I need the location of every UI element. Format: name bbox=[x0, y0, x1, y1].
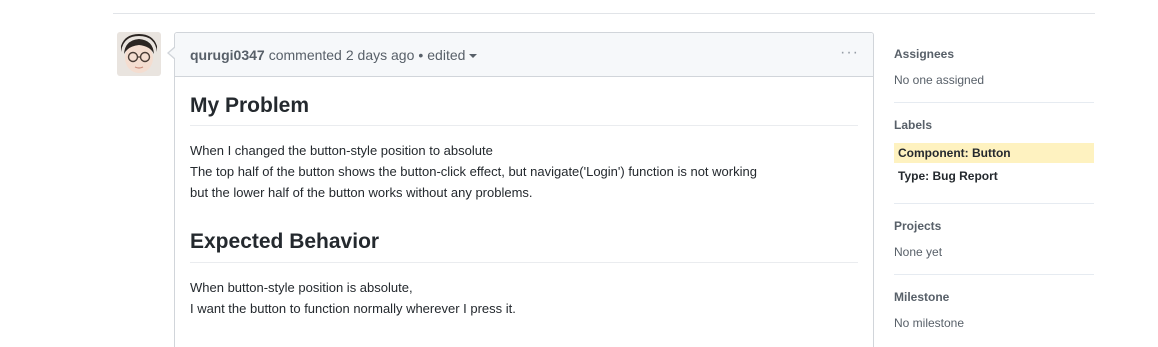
assignees-value: No one assigned bbox=[894, 73, 985, 87]
section-paragraph: When button-style position is absolute, … bbox=[190, 277, 858, 319]
comment-body: My Problem When I changed the button-sty… bbox=[175, 77, 873, 335]
header-separator: • bbox=[418, 46, 424, 63]
paragraph-line: When I changed the button-style position… bbox=[190, 143, 493, 159]
issue-comment: qurugi0347 commented 2 days ago • edited… bbox=[167, 32, 874, 347]
section-paragraph: When I changed the button-style position… bbox=[190, 140, 858, 203]
paragraph-line: When button-style position is absolute, bbox=[190, 279, 413, 295]
top-divider bbox=[113, 13, 1095, 14]
milestone-title[interactable]: Milestone bbox=[894, 289, 1094, 305]
section-heading: Expected Behavior bbox=[190, 229, 858, 263]
paragraph-line: The top half of the button shows the but… bbox=[190, 164, 757, 180]
label-component-button[interactable]: Component: Button bbox=[894, 143, 1094, 163]
more-options-icon[interactable]: ··· bbox=[840, 45, 859, 61]
comment-timestamp[interactable]: 2 days ago bbox=[346, 47, 415, 63]
paragraph-line: I want the button to function normally w… bbox=[190, 300, 516, 316]
assignees-section: Assignees No one assigned bbox=[894, 32, 1094, 103]
projects-section: Projects None yet bbox=[894, 204, 1094, 275]
milestone-section: Milestone No milestone bbox=[894, 275, 1094, 345]
section-heading: My Problem bbox=[190, 93, 858, 127]
edited-dropdown[interactable]: edited bbox=[427, 46, 478, 63]
comment-header: qurugi0347 commented 2 days ago • edited… bbox=[175, 33, 873, 77]
paragraph-line: but the lower half of the button works w… bbox=[190, 185, 533, 201]
labels-title[interactable]: Labels bbox=[894, 117, 1094, 133]
comment-author[interactable]: qurugi0347 bbox=[190, 47, 265, 63]
label-type-bug-report[interactable]: Type: Bug Report bbox=[894, 166, 1094, 186]
labels-section: Labels Component: Button Type: Bug Repor… bbox=[894, 103, 1094, 204]
milestone-value: No milestone bbox=[894, 316, 965, 330]
comment-action: commented bbox=[268, 46, 342, 63]
avatar[interactable] bbox=[117, 32, 161, 76]
issue-sidebar: Assignees No one assigned Labels Compone… bbox=[894, 32, 1094, 345]
caret-down-icon bbox=[469, 53, 478, 58]
edited-label: edited bbox=[427, 46, 466, 63]
projects-value: None yet bbox=[894, 245, 943, 259]
projects-title[interactable]: Projects bbox=[894, 218, 1094, 234]
assignees-title[interactable]: Assignees bbox=[894, 46, 1094, 62]
